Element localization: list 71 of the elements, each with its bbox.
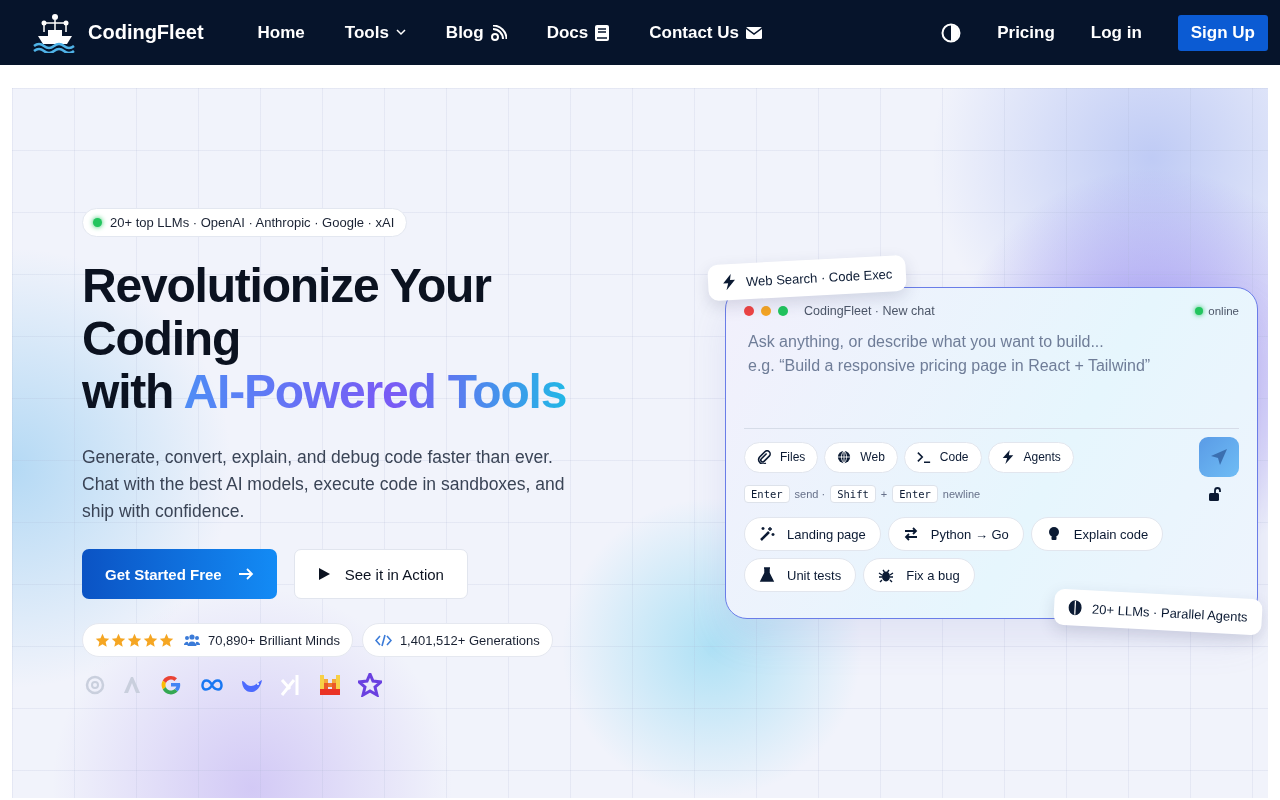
tool-chip[interactable]: Agents	[987, 441, 1074, 473]
nav-link[interactable]: Docs	[546, 22, 610, 43]
suggestion-chip[interactable]: Fix a bug	[863, 558, 975, 592]
subtitle: Generate, convert, explain, and debug code faster than ever. Chat with the best AI models, execute code in sandboxes, and ship with confidence.	[82, 446, 566, 523]
m-logo-icon	[319, 674, 341, 696]
shortcut-hint: send ·	[794, 488, 826, 500]
send-icon	[1210, 448, 1228, 466]
users-count: 70,890+ Brilliant Minds	[208, 632, 340, 648]
g-logo-icon	[159, 673, 183, 697]
rss-icon	[490, 24, 507, 41]
infinity-logo-icon	[200, 678, 224, 692]
nav-link[interactable]: Contact Us	[649, 22, 762, 43]
signup-button[interactable]: Sign Up	[1177, 14, 1268, 51]
star-icon	[159, 632, 174, 648]
tool-chip[interactable]: Web	[824, 441, 898, 473]
arrow-right-icon	[237, 568, 254, 580]
login-link[interactable]: Log in	[1090, 22, 1142, 43]
get-started-button[interactable]: Get Started Free	[82, 549, 277, 599]
terminal-icon	[916, 450, 931, 464]
chat-title: CodingFleet · New chat	[804, 304, 935, 318]
headline: Revolutionize Your Coding with AI-Powered Tools	[82, 259, 568, 418]
flask-icon	[759, 567, 775, 583]
nav-link[interactable]: Blog	[445, 22, 507, 43]
paperclip-icon	[757, 450, 771, 464]
nav-link[interactable]: Tools	[344, 22, 406, 43]
tool-chip[interactable]: Code	[903, 441, 982, 473]
suggestion-chip[interactable]: Python → Go	[887, 517, 1024, 551]
envelope-icon	[745, 26, 762, 39]
nav-link[interactable]: Home	[257, 22, 305, 43]
lightning-icon	[1000, 450, 1015, 464]
tool-chip[interactable]: Files	[744, 441, 819, 473]
swap-arrows-icon	[902, 526, 919, 542]
unlocked-lock-icon[interactable]	[1209, 487, 1221, 501]
magic-wand-icon	[759, 526, 775, 542]
caret-icon	[395, 29, 406, 36]
status-dot	[93, 218, 102, 227]
online-status: online	[1208, 305, 1239, 317]
users-icon	[184, 633, 200, 647]
shortcut-hint: newline	[942, 488, 981, 500]
generations-count: 1,401,512+ Generations	[399, 632, 540, 648]
keyboard-key: Enter	[744, 485, 790, 503]
brand-name[interactable]: CodingFleet	[88, 21, 204, 44]
code-icon	[374, 633, 392, 647]
play-icon	[317, 567, 331, 581]
book-icon	[595, 24, 610, 41]
star-logo-icon	[358, 673, 382, 697]
prompt-field[interactable]: Ask anything, or describe what you want to build... e.g. “Build a responsive pricing page in React + Tailwind”	[744, 330, 1239, 418]
window-dots-icon	[744, 306, 790, 316]
suggestion-chip[interactable]: Explain code	[1030, 517, 1164, 551]
send-button[interactable]	[1199, 437, 1239, 477]
badge-text: 20+ top LLMs · OpenAI · Anthropic · Google · xAI	[110, 215, 395, 230]
status-dot	[1195, 307, 1204, 315]
suggestion-chip[interactable]: Landing page	[744, 517, 881, 551]
letter-a-logo-icon	[122, 676, 142, 694]
star-icon	[127, 632, 142, 648]
bug-icon	[878, 567, 895, 583]
keyboard-key: Shift	[830, 485, 876, 503]
theme-toggle-icon[interactable]	[941, 22, 962, 43]
pricing-link[interactable]: Pricing	[997, 22, 1055, 43]
star-icon	[111, 632, 126, 648]
keyboard-key: Enter	[892, 485, 938, 503]
lightning-icon	[721, 273, 737, 291]
globe-icon	[837, 450, 852, 464]
tag-text: Web Search · Code Exec	[745, 266, 893, 289]
tag-text: 20+ LLMs · Parallel Agents	[1091, 601, 1248, 625]
shortcut-hint: +	[880, 488, 888, 500]
whale-logo-icon	[241, 677, 263, 693]
star-icon	[143, 632, 158, 648]
star-icon	[95, 632, 110, 648]
suggestion-chip[interactable]: Unit tests	[744, 558, 857, 592]
see-action-button[interactable]: See it in Action	[293, 549, 468, 599]
